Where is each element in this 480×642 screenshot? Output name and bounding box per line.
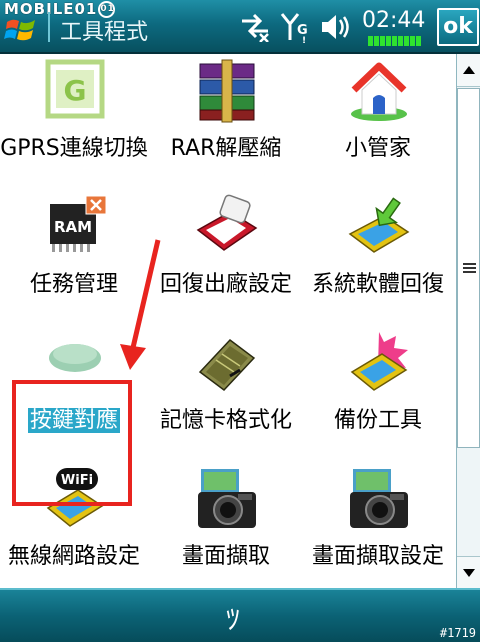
rar-icon xyxy=(199,59,255,123)
back-button[interactable]: ﾂ xyxy=(226,598,240,638)
annotation-arrow-icon xyxy=(120,239,161,370)
bottom-bar: ﾂ #1719 xyxy=(0,588,480,642)
scroll-down-button[interactable] xyxy=(457,556,480,589)
app-label: 系統軟體回復 xyxy=(311,272,444,297)
app-label: 備份工具 xyxy=(333,408,422,433)
app-label: RAR解壓縮 xyxy=(170,136,282,161)
app-label: 畫面擷取設定 xyxy=(311,544,444,569)
title-bar: MOBILE01 01 工具程式 G ! 02:44 ok xyxy=(0,0,480,54)
signal-icon[interactable]: G ! xyxy=(280,12,310,44)
scroll-up-button[interactable] xyxy=(457,54,480,87)
volume-icon[interactable] xyxy=(320,12,352,42)
scroll-thumb[interactable] xyxy=(457,88,480,448)
app-label: 記憶卡格式化 xyxy=(159,408,292,433)
battery-icon xyxy=(368,36,422,46)
camera-icon xyxy=(198,467,256,528)
app-label: 畫面擷取 xyxy=(181,544,270,569)
connectivity-icon[interactable] xyxy=(240,12,272,42)
camera-settings-icon xyxy=(350,467,408,528)
watermark-id: #1719 xyxy=(439,626,476,640)
svg-text:G: G xyxy=(64,74,87,107)
vertical-scrollbar[interactable] xyxy=(456,54,480,589)
arrow-up-icon xyxy=(463,66,475,74)
memory-card-icon xyxy=(198,338,256,392)
title-separator xyxy=(48,12,50,42)
arrow-down-icon xyxy=(463,569,475,577)
svg-text:RAM: RAM xyxy=(54,218,92,236)
backup-icon xyxy=(350,332,408,391)
highlight-box xyxy=(12,380,132,506)
ok-button[interactable]: ok xyxy=(437,8,479,46)
windows-start-icon[interactable] xyxy=(4,14,38,44)
svg-text:!: ! xyxy=(302,36,306,44)
house-icon xyxy=(351,62,407,121)
app-title: 工具程式 xyxy=(60,20,149,45)
app-label: 小管家 xyxy=(344,136,411,161)
app-label: 回復出廠設定 xyxy=(159,272,292,297)
ram-task-icon: RAM xyxy=(50,195,107,252)
app-grid: G GPRS連線切換 RAR解壓縮 小管家 RAM 任務管理 回復出廠設定 系統… xyxy=(0,54,456,588)
app-label: 無線網路設定 xyxy=(7,544,140,569)
gprs-switch-icon: G xyxy=(45,59,105,119)
app-label: GPRS連線切換 xyxy=(0,136,148,161)
system-restore-icon xyxy=(348,197,410,253)
clock[interactable]: 02:44 xyxy=(362,8,425,33)
factory-reset-icon xyxy=(196,194,258,251)
